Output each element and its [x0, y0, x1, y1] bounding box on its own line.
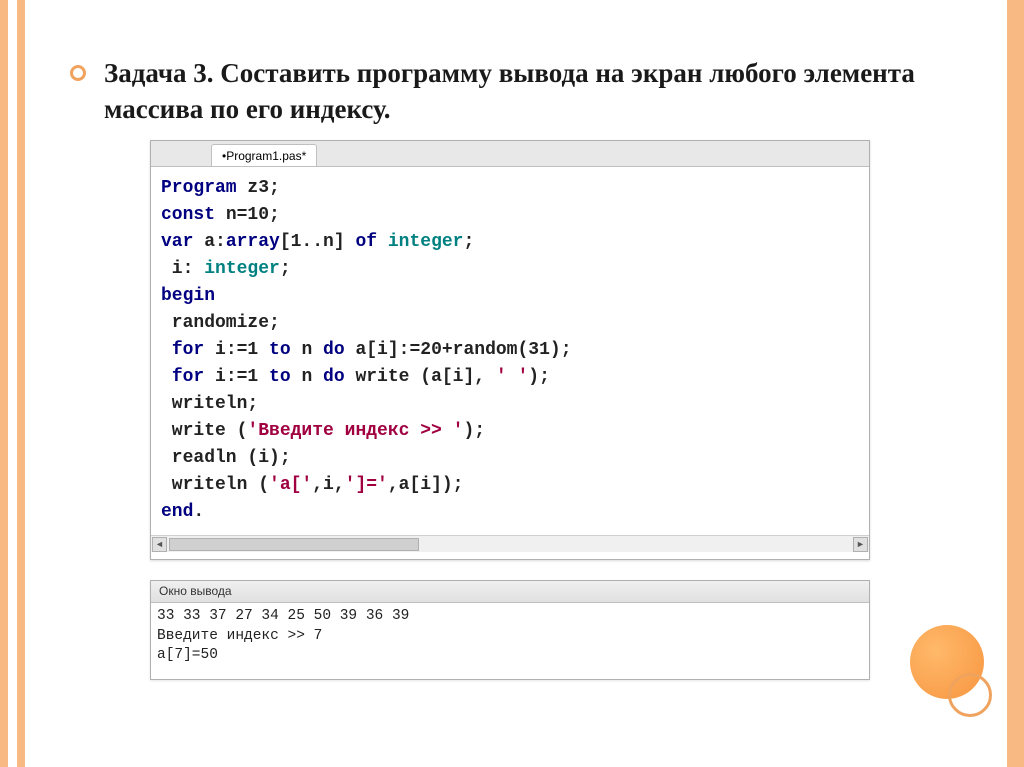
- code-line: begin: [161, 283, 859, 310]
- code-area[interactable]: Program z3; const n=10; var a:array[1..n…: [151, 167, 869, 535]
- scroll-thumb[interactable]: [169, 538, 419, 551]
- code-line: for i:=1 to n do write (a[i], ' ');: [161, 364, 859, 391]
- output-line: 33 33 37 27 34 25 50 39 36 39: [157, 607, 863, 627]
- decor-stripe: [1007, 0, 1024, 767]
- code-editor-window: •Program1.pas* Program z3; const n=10; v…: [150, 140, 870, 560]
- code-line: Program z3;: [161, 175, 859, 202]
- horizontal-scrollbar[interactable]: ◄ ►: [151, 535, 869, 552]
- scroll-left-icon[interactable]: ◄: [152, 537, 167, 552]
- scroll-track[interactable]: [167, 538, 853, 551]
- code-line: writeln ('a[',i,']=',a[i]);: [161, 472, 859, 499]
- output-body: 33 33 37 27 34 25 50 39 36 39 Введите ин…: [151, 603, 869, 670]
- tab-program1[interactable]: •Program1.pas*: [211, 144, 317, 166]
- code-line: writeln;: [161, 391, 859, 418]
- tab-bar: •Program1.pas*: [151, 141, 869, 167]
- slide-title: Задача 3. Составить программу вывода на …: [104, 55, 984, 128]
- code-line: i: integer;: [161, 256, 859, 283]
- output-panel-title: Окно вывода: [151, 581, 869, 603]
- output-line: Введите индекс >> 7: [157, 627, 863, 647]
- code-line: readln (i);: [161, 445, 859, 472]
- code-line: end.: [161, 499, 859, 526]
- code-line: randomize;: [161, 310, 859, 337]
- slide-title-block: Задача 3. Составить программу вывода на …: [70, 55, 984, 128]
- output-line: a[7]=50: [157, 646, 863, 666]
- code-line: var a:array[1..n] of integer;: [161, 229, 859, 256]
- scroll-right-icon[interactable]: ►: [853, 537, 868, 552]
- output-window: Окно вывода 33 33 37 27 34 25 50 39 36 3…: [150, 580, 870, 680]
- decor-circles: [884, 617, 984, 717]
- decor-stripe: [0, 0, 8, 767]
- code-line: for i:=1 to n do a[i]:=20+random(31);: [161, 337, 859, 364]
- decor-stripe: [17, 0, 25, 767]
- bullet-icon: [70, 65, 86, 81]
- code-line: const n=10;: [161, 202, 859, 229]
- code-line: write ('Введите индекс >> ');: [161, 418, 859, 445]
